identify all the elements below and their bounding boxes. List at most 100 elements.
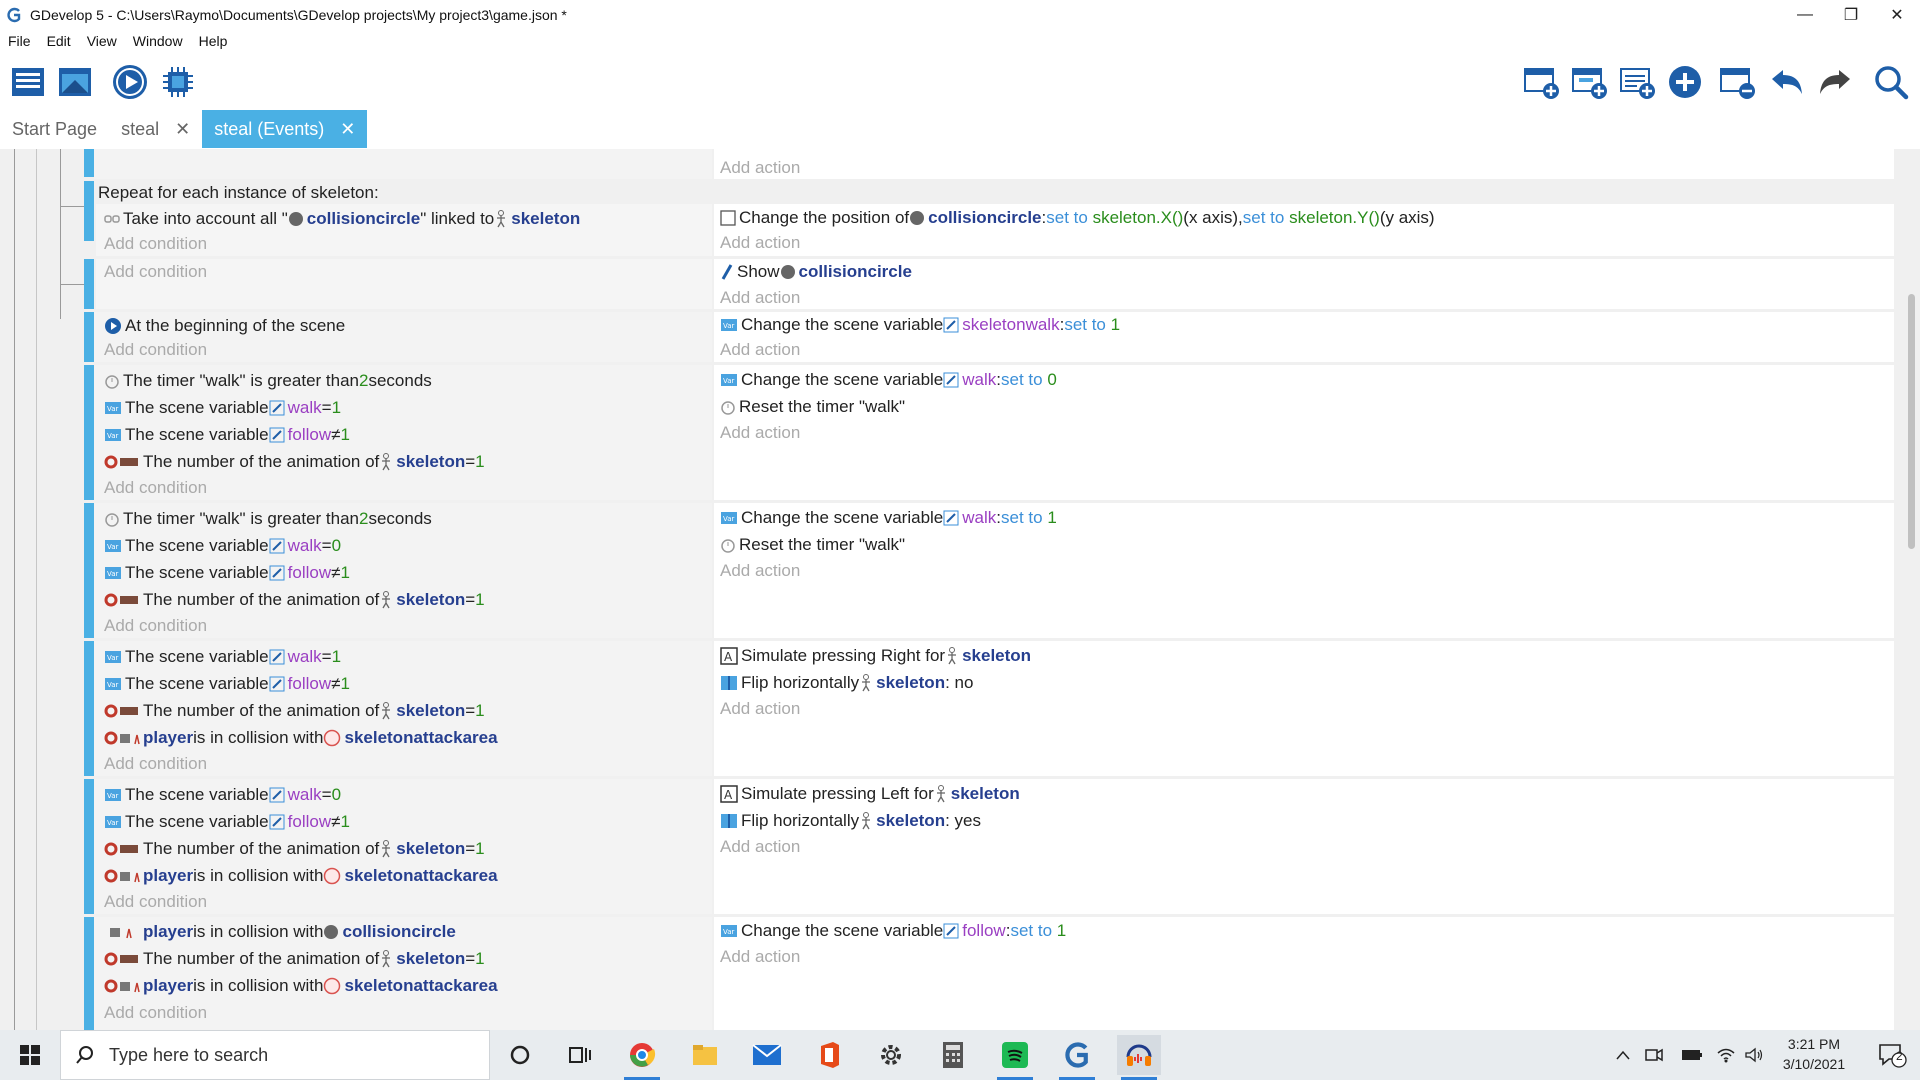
condition-line[interactable]: Var The scene variable follow ≠ 1 (104, 811, 350, 833)
menu-window[interactable]: Window (125, 33, 191, 49)
add-condition-link[interactable]: Add condition (104, 233, 207, 255)
add-sub-event-icon[interactable] (1570, 62, 1610, 102)
events-sheet[interactable]: Add action Repeat for each instance of s… (0, 149, 1920, 1030)
tab-steal-events[interactable]: steal (Events) ✕ (202, 110, 368, 148)
condition-line[interactable]: Var The scene variable follow ≠ 1 (104, 424, 350, 446)
condition-line[interactable]: Var The scene variable walk = 1 (104, 397, 341, 419)
add-action-link[interactable]: Add action (720, 232, 800, 254)
show-hidden-icons-chevron-icon[interactable] (1611, 1035, 1635, 1075)
add-action-link[interactable]: Add action (720, 339, 800, 361)
action-line[interactable]: Var Change the scene variable follow : s… (720, 920, 1066, 942)
project-manager-icon[interactable] (8, 62, 48, 102)
condition-line[interactable]: The number of the animation of skeleton … (104, 948, 485, 970)
add-action-link[interactable]: Add action (720, 157, 800, 179)
action-line[interactable]: Flip horizontally skeleton : no (720, 672, 973, 694)
redo-icon[interactable] (1815, 62, 1855, 102)
tab-close-icon[interactable]: ✕ (340, 119, 355, 140)
system-clock[interactable]: 3:21 PM 3/10/2021 (1766, 1034, 1862, 1074)
add-condition-link[interactable]: Add condition (104, 339, 207, 361)
condition-line[interactable]: player is in collision with collisioncir… (104, 921, 456, 943)
add-condition-link[interactable]: Add condition (104, 261, 207, 283)
spotify-icon[interactable] (993, 1035, 1037, 1080)
search-events-icon[interactable] (1871, 62, 1911, 102)
add-other-event-icon[interactable] (1665, 62, 1705, 102)
file-explorer-icon[interactable] (683, 1035, 727, 1075)
action-line[interactable]: Reset the timer "walk" (720, 396, 905, 418)
condition-line[interactable]: Take into account all " collisioncircle … (104, 208, 580, 230)
chrome-icon[interactable] (620, 1035, 664, 1080)
scrollbar-thumb[interactable] (1908, 294, 1915, 549)
taskbar-search-box[interactable]: Type here to search (60, 1030, 490, 1080)
action-line[interactable]: A Simulate pressing Left for skeleton (720, 783, 1020, 805)
delete-selected-icon[interactable] (1718, 62, 1758, 102)
action-line[interactable]: Var Change the scene variable walk : set… (720, 369, 1057, 391)
condition-line[interactable]: The number of the animation of skeleton … (104, 838, 485, 860)
close-window-button[interactable]: ✕ (1874, 0, 1920, 30)
scene-editor-icon[interactable] (55, 62, 95, 102)
condition-line[interactable]: player is in collision with skeletonatta… (104, 865, 498, 887)
vertical-scrollbar[interactable] (1903, 149, 1920, 1030)
preview-play-icon[interactable] (110, 62, 150, 102)
condition-line[interactable]: Var The scene variable walk = 0 (104, 784, 341, 806)
meet-now-icon[interactable] (1642, 1035, 1666, 1075)
add-condition-link[interactable]: Add condition (104, 891, 207, 913)
office-icon[interactable] (807, 1035, 851, 1075)
audacity-icon[interactable] (1117, 1035, 1161, 1080)
condition-line[interactable]: The number of the animation of skeleton … (104, 451, 485, 473)
condition-line[interactable]: Var The scene variable walk = 1 (104, 646, 341, 668)
menu-file[interactable]: File (0, 33, 39, 49)
menu-edit[interactable]: Edit (39, 33, 79, 49)
condition-line[interactable]: Var The scene variable follow ≠ 1 (104, 562, 350, 584)
debugger-icon[interactable] (158, 62, 198, 102)
action-line[interactable]: Var Change the scene variable walk : set… (720, 507, 1057, 529)
conditions-panel[interactable] (94, 149, 712, 179)
tab-start-page[interactable]: Start Page (0, 110, 109, 148)
event-bar[interactable] (84, 149, 94, 177)
battery-icon[interactable] (1680, 1035, 1704, 1075)
condition-line[interactable]: player is in collision with skeletonatta… (104, 727, 498, 749)
condition-line[interactable]: The timer "walk" is greater than 2 secon… (104, 370, 432, 392)
event-bar[interactable] (84, 365, 94, 500)
condition-line[interactable]: The number of the animation of skeleton … (104, 700, 485, 722)
undo-icon[interactable] (1767, 62, 1807, 102)
settings-gear-icon[interactable] (869, 1035, 913, 1075)
event-bar[interactable] (84, 641, 94, 776)
tab-steal[interactable]: steal ✕ (109, 110, 202, 148)
add-comment-icon[interactable] (1618, 62, 1658, 102)
action-line[interactable]: Var Change the scene variable skeletonwa… (720, 314, 1120, 336)
gdevelop-taskbar-icon[interactable] (1055, 1035, 1099, 1080)
notifications-icon[interactable]: 2 (1870, 1035, 1914, 1075)
add-action-link[interactable]: Add action (720, 560, 800, 582)
add-action-link[interactable]: Add action (720, 698, 800, 720)
event-bar[interactable] (84, 181, 94, 241)
add-action-link[interactable]: Add action (720, 287, 800, 309)
mail-icon[interactable] (745, 1035, 789, 1075)
condition-line[interactable]: The timer "walk" is greater than 2 secon… (104, 508, 432, 530)
action-line[interactable]: A Simulate pressing Right for skeleton (720, 645, 1031, 667)
add-event-icon[interactable] (1522, 62, 1562, 102)
condition-line[interactable]: The number of the animation of skeleton … (104, 589, 485, 611)
volume-icon[interactable] (1742, 1035, 1766, 1075)
menu-help[interactable]: Help (191, 33, 236, 49)
event-bar[interactable] (84, 259, 94, 309)
repeat-header[interactable]: Repeat for each instance of skeleton: (98, 182, 379, 204)
wifi-icon[interactable] (1714, 1035, 1738, 1075)
add-action-link[interactable]: Add action (720, 946, 800, 968)
task-view-icon[interactable] (558, 1035, 602, 1075)
maximize-button[interactable]: ❐ (1828, 0, 1874, 30)
event-bar[interactable] (84, 917, 94, 1030)
add-condition-link[interactable]: Add condition (104, 1002, 207, 1024)
add-condition-link[interactable]: Add condition (104, 477, 207, 499)
action-line[interactable]: Reset the timer "walk" (720, 534, 905, 556)
condition-line[interactable]: At the beginning of the scene (104, 315, 345, 337)
minimize-button[interactable]: — (1782, 0, 1828, 30)
event-bar[interactable] (84, 503, 94, 638)
add-action-link[interactable]: Add action (720, 422, 800, 444)
tab-close-icon[interactable]: ✕ (175, 119, 190, 140)
condition-line[interactable]: Var The scene variable walk = 0 (104, 535, 341, 557)
event-bar[interactable] (84, 779, 94, 914)
cortana-icon[interactable] (498, 1035, 542, 1075)
action-line[interactable]: Flip horizontally skeleton : yes (720, 810, 981, 832)
condition-line[interactable]: Var The scene variable follow ≠ 1 (104, 673, 350, 695)
windows-start-icon[interactable] (8, 1035, 52, 1075)
